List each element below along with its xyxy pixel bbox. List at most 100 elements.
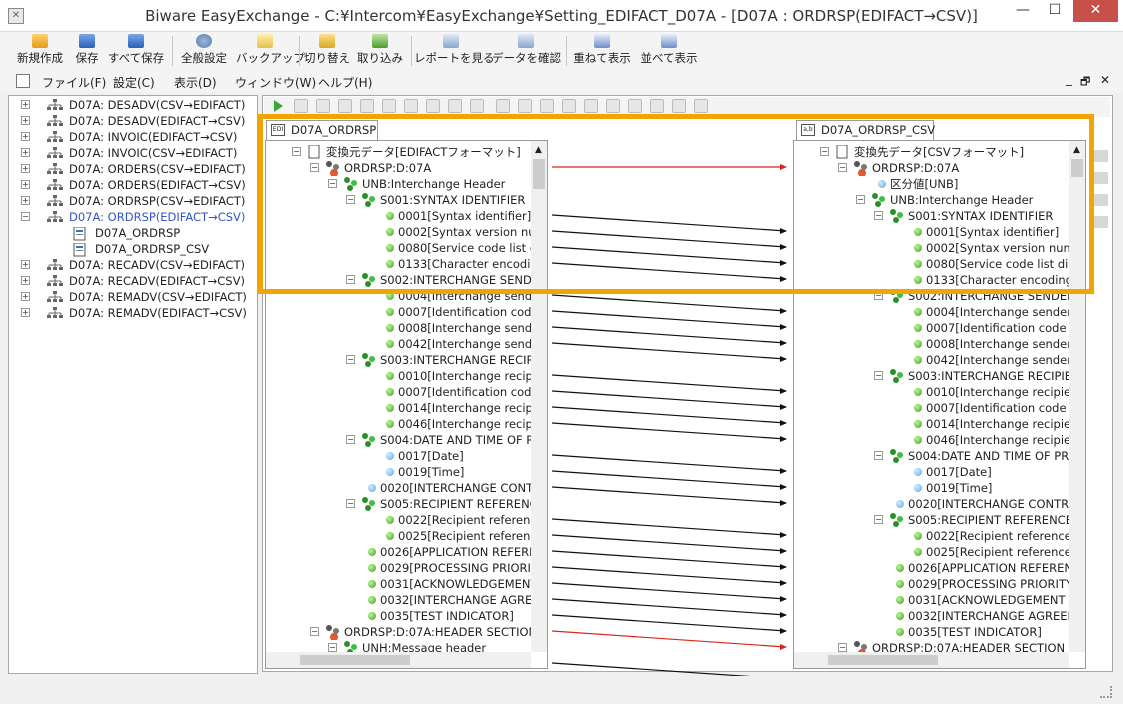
- mapping-link[interactable]: [552, 262, 787, 280]
- save-all-button[interactable]: すべて保存: [106, 34, 166, 68]
- list-icon[interactable]: [404, 99, 418, 113]
- mapping-row[interactable]: 0008[Interchange sender internal identif…: [266, 320, 531, 336]
- mapping-row[interactable]: − 変換元データ[EDIFACTフォーマット]: [266, 144, 531, 160]
- tree-item[interactable]: − D07A: ORDRSP(EDIFACT→CSV): [9, 209, 257, 225]
- mapping-link[interactable]: [552, 486, 787, 504]
- mapping-row[interactable]: 0133[Character encoding, coded]: [794, 272, 1069, 288]
- mapping-row[interactable]: 0020[INTERCHANGE CONTROL REFERENCE]: [794, 496, 1069, 512]
- mapping-row[interactable]: − S003:INTERCHANGE RECIPIENT: [266, 352, 531, 368]
- save-button[interactable]: 保存: [72, 34, 102, 68]
- menu-settings[interactable]: 設定(C): [113, 74, 155, 91]
- mapping-link[interactable]: [552, 310, 787, 328]
- mapping-row[interactable]: − UNB:Interchange Header: [266, 176, 531, 192]
- scroll-thumb[interactable]: [300, 655, 410, 665]
- expander-icon[interactable]: +: [21, 196, 30, 205]
- resize-grip-icon[interactable]: [1100, 686, 1112, 698]
- maximize-button[interactable]: ☐: [1040, 0, 1070, 22]
- target-vertical-scrollbar[interactable]: ▲: [1069, 141, 1085, 652]
- expander-icon[interactable]: +: [21, 148, 30, 157]
- collapse-icon[interactable]: −: [856, 195, 865, 204]
- tree-item[interactable]: + D07A: INVOIC(CSV→EDIFACT): [9, 145, 257, 161]
- mapping-link[interactable]: [552, 534, 787, 552]
- expander-icon[interactable]: −: [21, 212, 30, 221]
- tree-item[interactable]: + D07A: ORDRSP(CSV→EDIFACT): [9, 193, 257, 209]
- mapping-row[interactable]: − S001:SYNTAX IDENTIFIER: [794, 208, 1069, 224]
- circle-icon[interactable]: [382, 99, 396, 113]
- filter-icon[interactable]: [360, 99, 374, 113]
- backup-button[interactable]: バックアップ: [236, 34, 305, 68]
- mapping-row[interactable]: − S003:INTERCHANGE RECIPIENT: [794, 368, 1069, 384]
- view-report-button[interactable]: レポートを見る: [414, 34, 495, 68]
- mdi-restore-button[interactable]: 🗗: [1080, 73, 1090, 92]
- text-icon[interactable]: [584, 99, 598, 113]
- source-vertical-scrollbar[interactable]: ▲: [531, 141, 547, 652]
- mapping-row[interactable]: 0022[Recipient reference/password]: [266, 512, 531, 528]
- tab-target[interactable]: a,b D07A_ORDRSP_CSV: [796, 120, 935, 140]
- mapping-row[interactable]: 0010[Interchange recipient identificatio…: [266, 368, 531, 384]
- mapping-link[interactable]: [552, 518, 787, 536]
- mapping-link[interactable]: [552, 566, 787, 584]
- collapse-icon[interactable]: −: [328, 179, 337, 188]
- mapping-row[interactable]: 0014[Interchange recipient internal iden…: [794, 416, 1069, 432]
- import-button[interactable]: 取り込み: [355, 34, 405, 68]
- mapping-link[interactable]: [552, 342, 787, 360]
- mapping-row[interactable]: 0029[PROCESSING PRIORITY CODE]: [266, 560, 531, 576]
- mapping-row[interactable]: − ORDRSP:D:07A: [266, 160, 531, 176]
- mapping-row[interactable]: 0035[TEST INDICATOR]: [794, 624, 1069, 640]
- expander-icon[interactable]: +: [21, 164, 30, 173]
- mapping-row[interactable]: 0022[Recipient reference/password]: [794, 528, 1069, 544]
- mapping-row[interactable]: 区分値[UNB]: [794, 176, 1069, 192]
- target-tree-panel[interactable]: − ORDRSP:D:07A:HEADER SECTION 0035[TEST IN…: [793, 140, 1086, 669]
- collapse-icon[interactable]: −: [874, 291, 883, 300]
- tree-item[interactable]: + D07A: DESADV(CSV→EDIFACT): [9, 97, 257, 113]
- mapping-row[interactable]: 0004[Interchange sender identification]: [794, 304, 1069, 320]
- collapse-icon[interactable]: −: [838, 163, 847, 172]
- mapping-link[interactable]: [552, 390, 787, 408]
- mdi-close-button[interactable]: ✕: [1100, 73, 1110, 87]
- collapse-icon[interactable]: −: [874, 451, 883, 460]
- mapping-row[interactable]: 0017[Date]: [794, 464, 1069, 480]
- mapping-link[interactable]: [552, 614, 787, 632]
- collapse-icon[interactable]: −: [874, 211, 883, 220]
- mapping-row[interactable]: 0019[Time]: [794, 480, 1069, 496]
- source-tree-panel[interactable]: − UNH:Message header − ORDRSP:D:07A:HEADER …: [265, 140, 548, 669]
- mapping-row[interactable]: 0042[Interchange sender internal sub-ide…: [266, 336, 531, 352]
- mdi-minimize-button[interactable]: _: [1066, 72, 1072, 86]
- collapse-icon[interactable]: −: [346, 499, 355, 508]
- mapping-link[interactable]: [552, 406, 787, 424]
- tool-icon[interactable]: [496, 99, 510, 113]
- mapping-row[interactable]: 0019[Time]: [266, 464, 531, 480]
- expander-icon[interactable]: +: [21, 292, 30, 301]
- mapping-row[interactable]: 0001[Syntax identifier]: [794, 224, 1069, 240]
- menu-view[interactable]: 表示(D): [174, 74, 217, 91]
- tree-item[interactable]: D07A_ORDRSP_CSV: [9, 241, 257, 257]
- mapping-row[interactable]: 0010[Interchange recipient identificatio…: [794, 384, 1069, 400]
- tree-item[interactable]: + D07A: ORDERS(CSV→EDIFACT): [9, 161, 257, 177]
- mapping-row[interactable]: 0025[Recipient reference/password qualif…: [266, 528, 531, 544]
- mapping-row[interactable]: 0032[INTERCHANGE AGREEMENT IDENTIFIER]: [266, 592, 531, 608]
- new-button[interactable]: 新規作成: [12, 34, 68, 68]
- target-horizontal-scrollbar[interactable]: [794, 652, 1069, 668]
- abc-icon[interactable]: [562, 99, 576, 113]
- js-icon[interactable]: [470, 99, 484, 113]
- add-link-icon[interactable]: [1094, 150, 1108, 162]
- collapse-icon[interactable]: −: [328, 643, 337, 652]
- mapping-row[interactable]: 0001[Syntax identifier]: [266, 208, 531, 224]
- mapping-row[interactable]: 0025[Recipient reference/password qualif…: [794, 544, 1069, 560]
- move-down-icon[interactable]: [1094, 216, 1108, 228]
- expander-icon[interactable]: +: [21, 180, 30, 189]
- mapping-row[interactable]: 0007[Identification code qualifier]: [794, 400, 1069, 416]
- link-icon[interactable]: [628, 99, 642, 113]
- collapse-icon[interactable]: −: [310, 163, 319, 172]
- mapping-link[interactable]: [552, 662, 786, 676]
- collapse-icon[interactable]: −: [874, 371, 883, 380]
- tree-item[interactable]: + D07A: DESADV(EDIFACT→CSV): [9, 113, 257, 129]
- mapping-link[interactable]: [552, 294, 787, 312]
- mapping-row[interactable]: 0008[Interchange sender internal identif…: [794, 336, 1069, 352]
- collapse-icon[interactable]: −: [346, 275, 355, 284]
- run-icon[interactable]: [272, 99, 286, 113]
- switch-button[interactable]: 切り替え: [302, 34, 352, 68]
- mapping-row[interactable]: 0002[Syntax version number]: [794, 240, 1069, 256]
- tree-item[interactable]: + D07A: RECADV(CSV→EDIFACT): [9, 257, 257, 273]
- mapping-link[interactable]: [552, 550, 787, 568]
